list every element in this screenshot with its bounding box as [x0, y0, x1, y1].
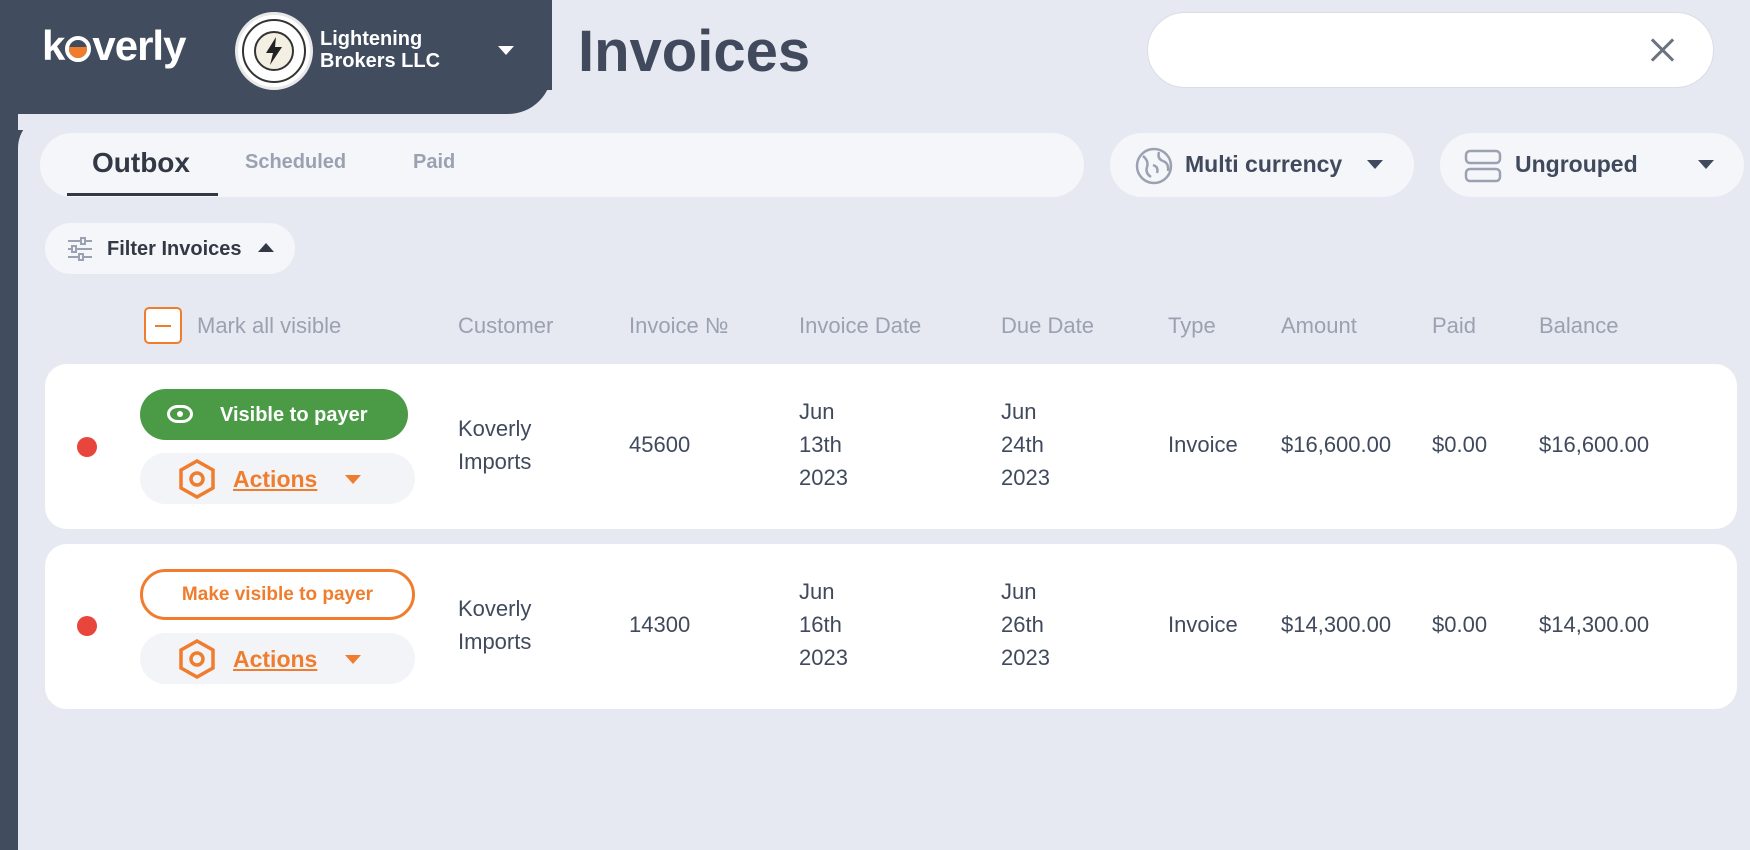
mark-all-checkbox[interactable] — [144, 307, 182, 344]
grouping-label: Ungrouped — [1515, 151, 1638, 177]
visible-to-payer-button[interactable]: Visible to payer — [140, 389, 408, 440]
org-seal-ring — [242, 19, 306, 83]
cell-balance: $16,600.00 — [1539, 432, 1650, 457]
org-name-line1: Lightening — [320, 28, 423, 50]
due-date-day: 26th — [1001, 612, 1044, 637]
logo-text: verly — [92, 22, 186, 69]
header-due-date[interactable]: Due Date — [1001, 313, 1094, 339]
cell-type: Invoice — [1168, 612, 1238, 637]
cell-type: Invoice — [1168, 432, 1238, 457]
cell-balance: $14,300.00 — [1539, 612, 1650, 637]
cell-customer: Koverly Imports — [458, 592, 531, 658]
hexagon-icon — [179, 459, 215, 499]
chevron-down-icon — [1698, 160, 1714, 169]
active-tab-indicator — [67, 193, 218, 196]
org-avatar[interactable] — [235, 12, 313, 90]
cell-customer: Koverly Imports — [458, 412, 531, 478]
customer-line1: Koverly — [458, 416, 532, 441]
cell-due-date: Jun 26th 2023 — [1001, 575, 1050, 674]
sliders-icon — [68, 237, 92, 261]
invoice-date-month: Jun — [799, 399, 835, 424]
visibility-label: Visible to payer — [220, 404, 368, 426]
invoice-date-month: Jun — [799, 579, 835, 604]
tab-paid[interactable]: Paid — [413, 151, 455, 174]
header-paid[interactable]: Paid — [1432, 313, 1476, 339]
status-dot — [77, 437, 97, 457]
due-date-day: 24th — [1001, 432, 1044, 457]
cell-due-date: Jun 24th 2023 — [1001, 395, 1050, 494]
invoice-tabs: Outbox Scheduled Paid — [40, 133, 1084, 197]
customer-line2: Imports — [458, 629, 532, 654]
actions-button[interactable]: Actions — [140, 453, 415, 504]
currency-label: Multi currency — [1185, 151, 1343, 177]
koverly-logo[interactable]: k verly — [42, 22, 186, 70]
grouping-select[interactable]: Ungrouped — [1440, 133, 1744, 197]
due-date-month: Jun — [1001, 579, 1037, 604]
chevron-down-icon — [345, 475, 361, 484]
chevron-up-icon — [258, 243, 274, 252]
cell-paid: $0.00 — [1432, 432, 1488, 457]
header-amount[interactable]: Amount — [1281, 313, 1357, 339]
header-invoice-number[interactable]: Invoice № — [629, 313, 728, 339]
cell-invoice-date: Jun 13th 2023 — [799, 395, 848, 494]
cell-invoice-number: 14300 — [629, 612, 691, 637]
tab-outbox[interactable]: Outbox — [92, 147, 190, 179]
actions-button[interactable]: Actions — [140, 633, 415, 684]
logo-letter: k — [42, 22, 65, 69]
org-switch-chevron-down-icon[interactable] — [498, 46, 514, 55]
page-title: Invoices — [578, 19, 811, 84]
header-balance[interactable]: Balance — [1539, 313, 1619, 339]
mark-all-label[interactable]: Mark all visible — [197, 313, 341, 339]
due-date-year: 2023 — [1001, 465, 1050, 490]
rows-icon — [1464, 149, 1502, 183]
customer-line1: Koverly — [458, 596, 532, 621]
invoice-date-day: 13th — [799, 432, 842, 457]
cell-paid: $0.00 — [1432, 612, 1488, 637]
currency-select[interactable]: Multi currency — [1110, 133, 1414, 197]
invoice-date-day: 16th — [799, 612, 842, 637]
chevron-down-icon — [1367, 160, 1383, 169]
cell-amount: $14,300.00 — [1281, 612, 1392, 637]
due-date-year: 2023 — [1001, 645, 1050, 670]
actions-label: Actions — [233, 466, 318, 492]
invoice-date-year: 2023 — [799, 465, 848, 490]
filter-invoices-button[interactable]: Filter Invoices — [45, 223, 295, 274]
lightning-icon — [254, 31, 294, 71]
org-name[interactable]: Lightening Brokers LLC — [320, 28, 460, 72]
close-icon[interactable] — [1647, 35, 1677, 65]
tab-scheduled[interactable]: Scheduled — [245, 151, 346, 174]
status-dot — [77, 616, 97, 636]
actions-label: Actions — [233, 646, 318, 672]
brand-bar: k verly Lightening Brokers LLC — [0, 0, 552, 114]
chevron-down-icon — [345, 655, 361, 664]
header-customer[interactable]: Customer — [458, 313, 553, 339]
cell-amount: $16,600.00 — [1281, 432, 1392, 457]
cell-invoice-number: 45600 — [629, 432, 691, 457]
cell-invoice-date: Jun 16th 2023 — [799, 575, 848, 674]
header-invoice-date[interactable]: Invoice Date — [799, 313, 921, 339]
invoice-date-year: 2023 — [799, 645, 848, 670]
search-input[interactable] — [1147, 12, 1714, 88]
due-date-month: Jun — [1001, 399, 1037, 424]
org-name-line2: Brokers LLC — [320, 50, 441, 72]
hexagon-icon — [179, 639, 215, 679]
globe-icon — [1135, 147, 1173, 185]
filter-label: Filter Invoices — [107, 238, 242, 260]
table-row[interactable]: Visible to payer Actions Koverly Imports… — [45, 364, 1737, 529]
make-visible-button[interactable]: Make visible to payer — [140, 569, 415, 620]
logo-o-mark — [65, 36, 92, 62]
header-type[interactable]: Type — [1168, 313, 1216, 339]
customer-line2: Imports — [458, 449, 532, 474]
table-row[interactable]: Make visible to payer Actions Koverly Im… — [45, 544, 1737, 709]
eye-icon — [167, 405, 193, 423]
